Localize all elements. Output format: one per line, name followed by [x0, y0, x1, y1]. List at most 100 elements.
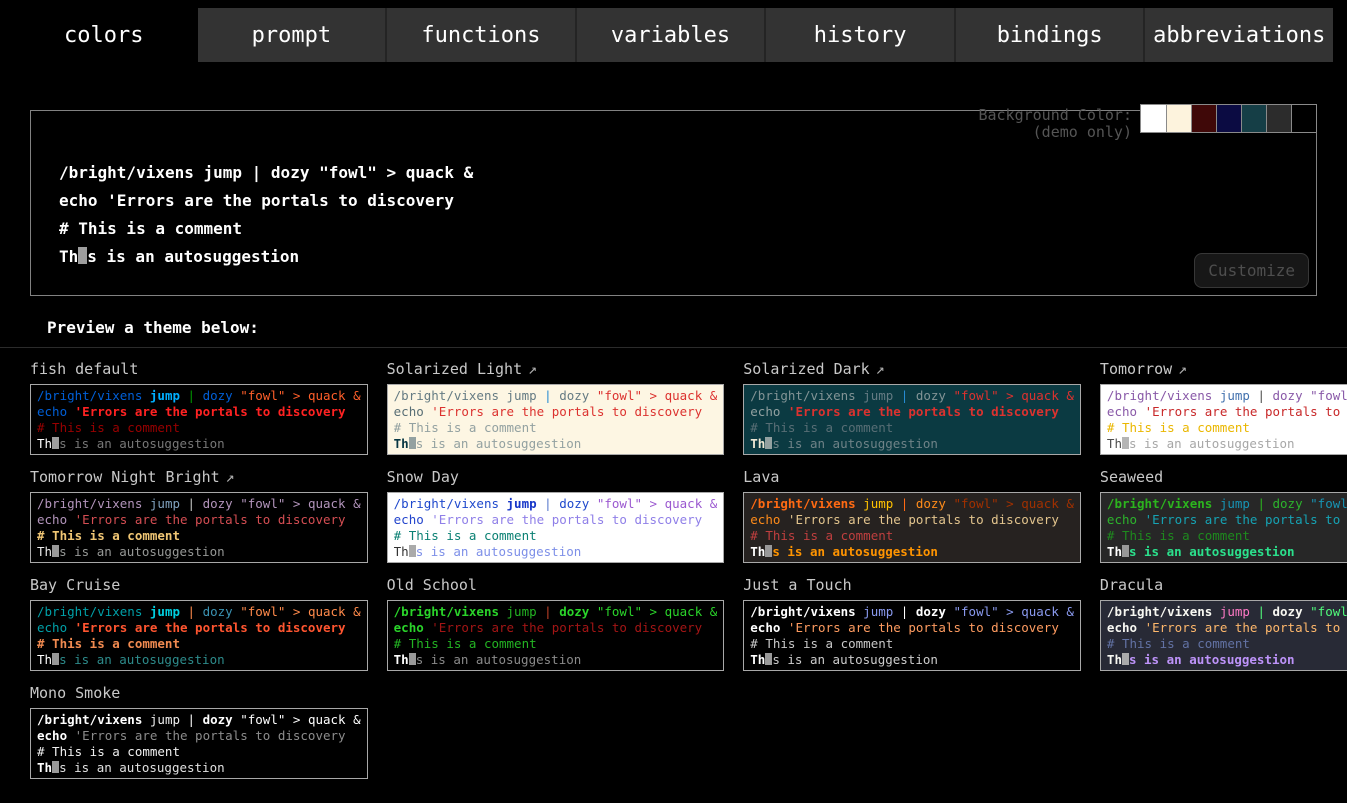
- theme-title[interactable]: Lava: [743, 468, 1081, 489]
- bg-swatch-navy[interactable]: [1216, 105, 1241, 132]
- theme-title[interactable]: Old School: [387, 576, 725, 597]
- tab-variables[interactable]: variables: [575, 8, 765, 62]
- theme-title[interactable]: Just a Touch: [743, 576, 1081, 597]
- terminal-line: echo 'Errors are the portals to discover…: [1107, 620, 1347, 636]
- bg-swatch-dark-teal[interactable]: [1241, 105, 1266, 132]
- terminal-line: echo 'Errors are the portals to discover…: [37, 728, 361, 744]
- theme-card-just-a-touch[interactable]: /bright/vixens jump | dozy "fowl" > quac…: [743, 600, 1081, 671]
- code-segment: # This is a comment: [750, 420, 893, 435]
- theme-card-tomorrow-night-bright[interactable]: /bright/vixens jump | dozy "fowl" > quac…: [30, 492, 368, 563]
- code-segment: /bright/vixens: [750, 496, 863, 511]
- external-link-icon[interactable]: ↗: [1178, 360, 1187, 378]
- code-segment: s is an autosuggestion: [1129, 436, 1295, 451]
- code-segment: jump: [863, 388, 893, 403]
- external-link-icon[interactable]: ↗: [528, 360, 537, 378]
- bg-swatch-dark-maroon[interactable]: [1191, 105, 1216, 132]
- theme-title[interactable]: Seaweed: [1100, 468, 1347, 489]
- tab-abbreviations[interactable]: abbreviations: [1143, 8, 1333, 62]
- code-segment: s is an autosuggestion: [87, 247, 299, 266]
- theme-title[interactable]: Tomorrow↗: [1100, 360, 1347, 381]
- external-link-icon[interactable]: ↗: [226, 468, 235, 486]
- terminal-line: # This is a comment: [750, 636, 1074, 652]
- code-segment: dozy: [916, 496, 954, 511]
- cursor-block: [52, 545, 59, 557]
- bg-swatch-white[interactable]: [1141, 105, 1166, 132]
- theme-card-snow-day[interactable]: /bright/vixens jump | dozy "fowl" > quac…: [387, 492, 725, 563]
- tab-bindings[interactable]: bindings: [954, 8, 1144, 62]
- bg-swatch-cream[interactable]: [1166, 105, 1191, 132]
- theme-title[interactable]: Dracula: [1100, 576, 1347, 597]
- terminal-line: Ths is an autosuggestion: [750, 652, 1074, 668]
- code-segment: /bright/vixens: [37, 604, 150, 619]
- theme-card-old-school[interactable]: /bright/vixens jump | dozy "fowl" > quac…: [387, 600, 725, 671]
- terminal-line: /bright/vixens jump | dozy "fowl" > quac…: [1107, 496, 1347, 512]
- theme-card-bay-cruise[interactable]: /bright/vixens jump | dozy "fowl" > quac…: [30, 600, 368, 671]
- theme-title[interactable]: Solarized Light↗: [387, 360, 725, 381]
- terminal-line: # This is a comment: [750, 420, 1074, 436]
- terminal-line: /bright/vixens jump | dozy "fowl" > quac…: [750, 388, 1074, 404]
- terminal-line: Ths is an autosuggestion: [1107, 652, 1347, 668]
- terminal-line: # This is a comment: [394, 636, 718, 652]
- tab-colors[interactable]: colors: [10, 8, 198, 62]
- theme-card-solarized-dark[interactable]: /bright/vixens jump | dozy "fowl" > quac…: [743, 384, 1081, 455]
- code-segment: s is an autosuggestion: [772, 544, 938, 559]
- theme-title[interactable]: fish default: [30, 360, 368, 381]
- theme-card-solarized-light[interactable]: /bright/vixens jump | dozy "fowl" > quac…: [387, 384, 725, 455]
- theme-card-dracula[interactable]: /bright/vixens jump | dozy "fowl" > quac…: [1100, 600, 1347, 671]
- theme-card-lava[interactable]: /bright/vixens jump | dozy "fowl" > quac…: [743, 492, 1081, 563]
- theme-card-tomorrow[interactable]: /bright/vixens jump | dozy "fowl" > quac…: [1100, 384, 1347, 455]
- terminal-line: echo 'Errors are the portals to discover…: [750, 404, 1074, 420]
- code-segment: s is an autosuggestion: [59, 652, 225, 667]
- background-color-label-line1: Background Color:: [978, 107, 1132, 124]
- theme-card-fish-default[interactable]: /bright/vixens jump | dozy "fowl" > quac…: [30, 384, 368, 455]
- customize-button[interactable]: Customize: [1194, 253, 1309, 288]
- theme-card-seaweed[interactable]: /bright/vixens jump | dozy "fowl" > quac…: [1100, 492, 1347, 563]
- code-segment: echo: [394, 620, 432, 635]
- terminal-line: echo 'Errors are the portals to discover…: [750, 512, 1074, 528]
- code-segment: |: [180, 388, 203, 403]
- theme-title[interactable]: Mono Smoke: [30, 684, 368, 705]
- bg-swatch-black[interactable]: [1291, 105, 1316, 132]
- code-segment: echo: [37, 404, 75, 419]
- cursor-block: [409, 437, 416, 449]
- theme-title[interactable]: Bay Cruise: [30, 576, 368, 597]
- theme-title[interactable]: Tomorrow Night Bright↗: [30, 468, 368, 489]
- code-segment: echo 'Errors are the portals to discover…: [59, 191, 454, 210]
- code-segment: Th: [394, 436, 409, 451]
- theme-card-mono-smoke[interactable]: /bright/vixens jump | dozy "fowl" > quac…: [30, 708, 368, 779]
- code-segment: echo: [1107, 512, 1145, 527]
- code-segment: s is an autosuggestion: [59, 760, 225, 775]
- code-segment: jump: [1220, 388, 1250, 403]
- code-segment: 'Errors are the portals to discovery: [431, 512, 702, 527]
- code-segment: 'Errors are the portals to discovery: [1145, 620, 1347, 635]
- theme-solarized-light: Solarized Light↗ /bright/vixens jump | do…: [387, 360, 725, 455]
- terminal-line: echo 'Errors are the portals to discover…: [37, 620, 361, 636]
- terminal-line: /bright/vixens jump | dozy "fowl" > quac…: [394, 604, 718, 620]
- terminal-line: Ths is an autosuggestion: [37, 652, 361, 668]
- theme-tomorrow-night-bright: Tomorrow Night Bright↗ /bright/vixens jum…: [30, 468, 368, 563]
- code-segment: jump: [150, 604, 180, 619]
- code-segment: Th: [37, 760, 52, 775]
- code-segment: # This is a comment: [1107, 528, 1250, 543]
- code-segment: |: [180, 712, 203, 727]
- code-segment: "fowl" > quack &: [1310, 604, 1347, 619]
- code-segment: s is an autosuggestion: [416, 436, 582, 451]
- theme-title[interactable]: Snow Day: [387, 468, 725, 489]
- code-segment: dozy: [559, 496, 597, 511]
- code-segment: s is an autosuggestion: [772, 652, 938, 667]
- theme-snow-day: Snow Day/bright/vixens jump | dozy "fowl…: [387, 468, 725, 563]
- code-segment: echo: [750, 620, 788, 635]
- tab-prompt[interactable]: prompt: [198, 8, 386, 62]
- code-segment: # This is a comment: [394, 420, 537, 435]
- code-segment: Th: [1107, 544, 1122, 559]
- code-segment: # This is a comment: [394, 636, 537, 651]
- tab-functions[interactable]: functions: [385, 8, 575, 62]
- code-segment: "fowl" > quack &: [597, 496, 717, 511]
- terminal-preview-box: Background Color: (demo only) /bright/vi…: [30, 110, 1317, 296]
- tab-history[interactable]: history: [764, 8, 954, 62]
- code-segment: jump: [150, 496, 180, 511]
- theme-title[interactable]: Solarized Dark↗: [743, 360, 1081, 381]
- terminal-line: Ths is an autosuggestion: [1107, 436, 1347, 452]
- bg-swatch-dark-gray[interactable]: [1266, 105, 1291, 132]
- external-link-icon[interactable]: ↗: [876, 360, 885, 378]
